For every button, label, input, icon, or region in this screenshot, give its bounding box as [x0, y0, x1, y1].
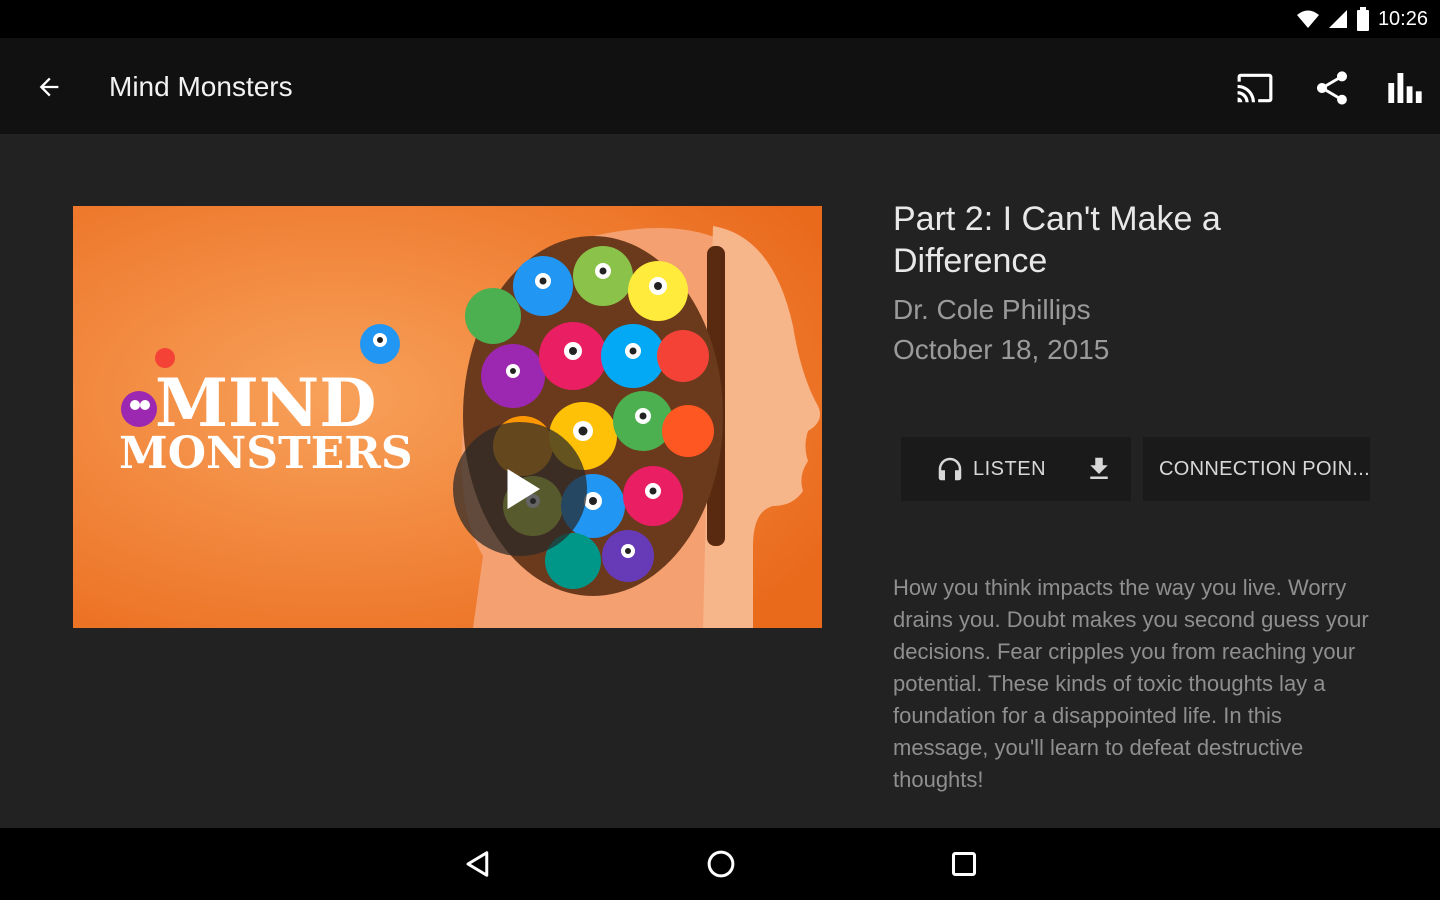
episode-artwork: MIND MONSTERS	[73, 206, 822, 628]
page-title: Mind Monsters	[109, 71, 293, 102]
wifi-icon	[1296, 10, 1319, 28]
cast-icon	[1237, 73, 1273, 103]
stats-button[interactable]	[1383, 66, 1427, 110]
share-button[interactable]	[1310, 66, 1354, 110]
back-button[interactable]	[30, 68, 68, 106]
nav-home-button[interactable]	[699, 842, 743, 886]
status-icons: 10:26	[1296, 6, 1428, 32]
artwork-illustration: MIND MONSTERS	[73, 206, 822, 628]
nav-back-button[interactable]	[456, 842, 500, 886]
share-icon	[1317, 71, 1347, 105]
nav-recents-button[interactable]	[942, 842, 986, 886]
signal-icon	[1328, 10, 1347, 28]
artwork-title-line2: MONSTERS	[119, 428, 413, 479]
episode-speaker: Dr. Cole Phillips	[893, 294, 1091, 325]
arrow-back-icon	[39, 77, 59, 97]
listen-button-group: LISTEN	[901, 437, 1131, 501]
episode-title: Part 2: I Can't Make a Difference	[893, 200, 1221, 280]
connection-point-label: CONNECTION POIN...	[1159, 457, 1370, 480]
status-time: 10:26	[1377, 7, 1428, 30]
nav-back-icon	[466, 851, 489, 877]
main-content: MIND MONSTERS Part 2: I Can't Make a Dif…	[0, 134, 1440, 828]
listen-label: LISTEN	[973, 457, 1047, 480]
play-button[interactable]	[453, 422, 587, 556]
nav-recents-icon	[951, 851, 977, 877]
episode-date: October 18, 2015	[893, 334, 1110, 365]
battery-icon	[1356, 7, 1369, 31]
play-icon	[507, 469, 540, 509]
listen-button[interactable]: LISTEN	[901, 437, 1046, 501]
episode-description: How you think impacts the way you live. …	[893, 575, 1369, 792]
cast-button[interactable]	[1233, 66, 1277, 110]
status-bar: 10:26	[0, 0, 1440, 38]
connection-point-button[interactable]: CONNECTION POIN...	[1143, 437, 1370, 501]
app-bar: Mind Monsters	[0, 38, 1440, 134]
download-button[interactable]	[1079, 451, 1119, 487]
nav-home-icon	[707, 850, 735, 878]
chart-icon	[1388, 73, 1422, 103]
system-nav-bar	[0, 828, 1440, 900]
headphones-icon	[938, 457, 962, 481]
download-icon	[1090, 457, 1108, 479]
